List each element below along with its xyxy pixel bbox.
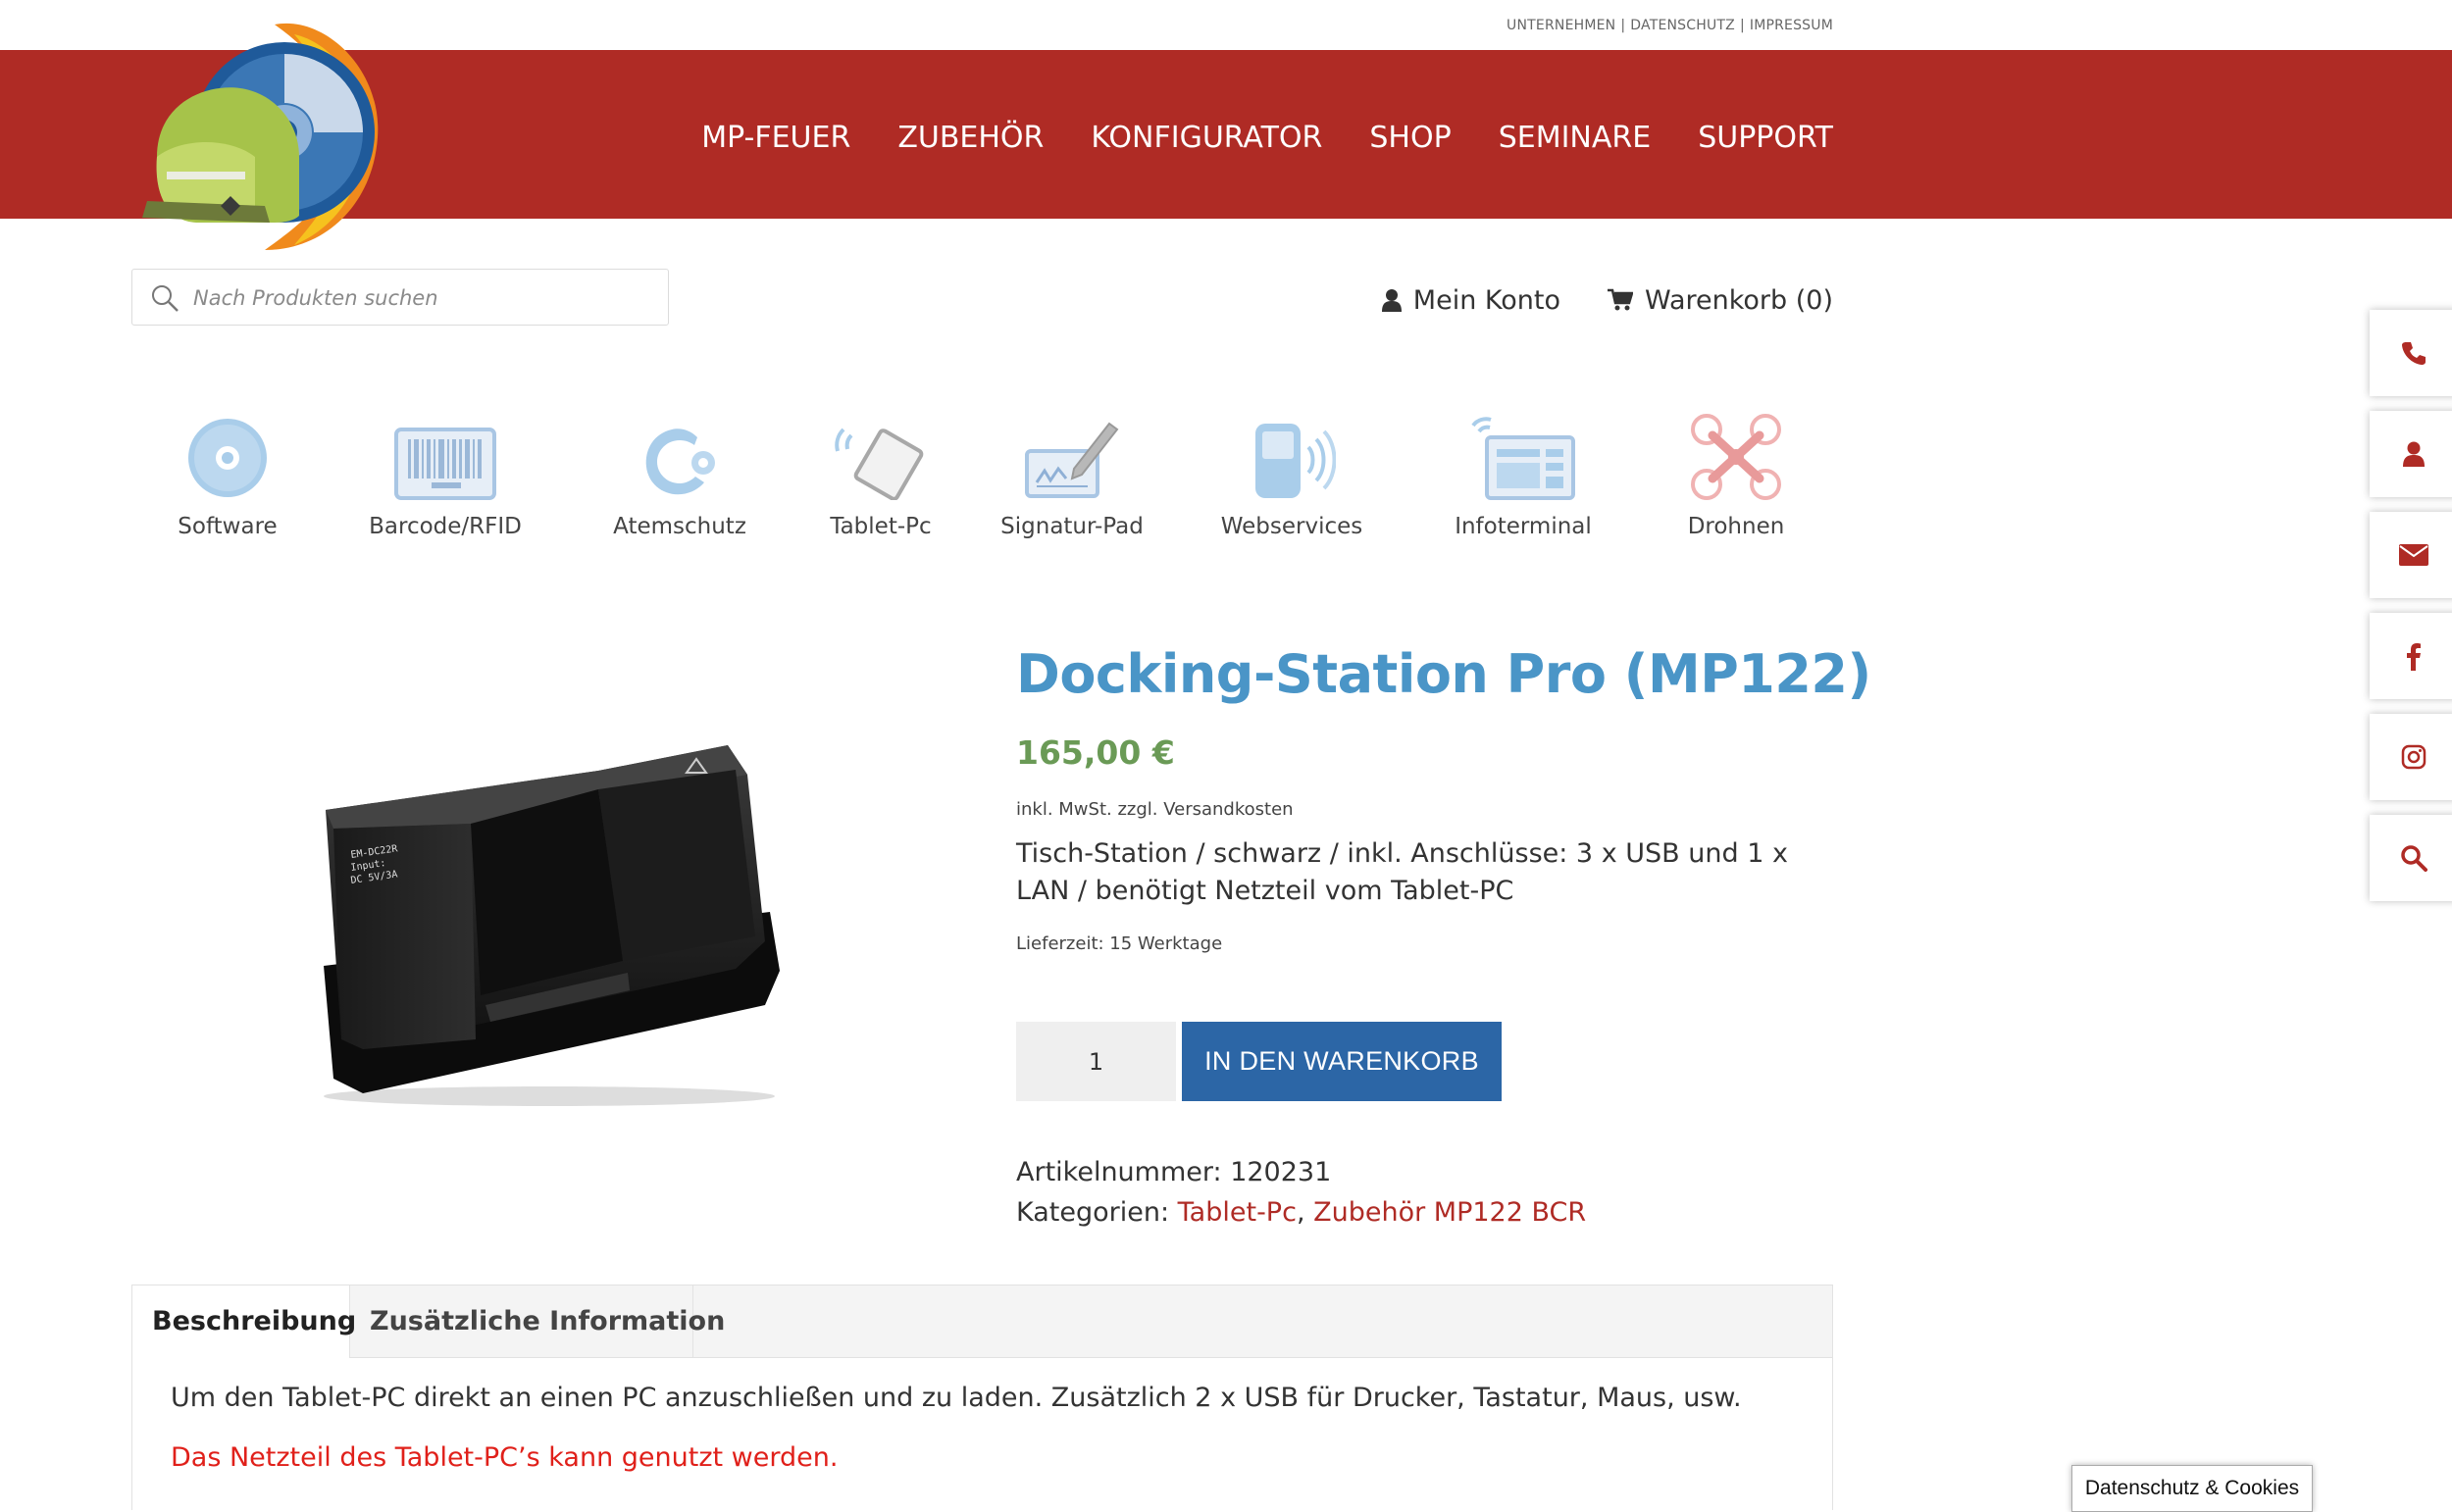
account-area: Mein Konto Warenkorb (0) (1373, 280, 1833, 320)
side-phone-button[interactable] (2370, 310, 2452, 396)
my-account-link[interactable]: Mein Konto (1381, 284, 1560, 316)
search-icon (2401, 845, 2427, 872)
drone-icon (1691, 414, 1781, 500)
description-text: Um den Tablet-PC direkt an einen PC anzu… (171, 1383, 1742, 1413)
category-barcode-rfid[interactable]: Barcode/RFID (352, 402, 538, 539)
cd-icon (188, 419, 267, 497)
tabs-bar: Beschreibung Zusätzliche Information (132, 1285, 1832, 1358)
categories-label: Kategorien: (1016, 1197, 1170, 1228)
search-input[interactable] (191, 279, 656, 317)
description-note: Das Netzteil des Tablet-PC’s kann genutz… (171, 1442, 839, 1473)
instagram-icon (2401, 744, 2426, 770)
my-account-label: Mein Konto (1412, 284, 1560, 316)
cart-link[interactable]: Warenkorb (0) (1607, 284, 1833, 316)
category-label: Barcode/RFID (369, 514, 522, 539)
user-icon (1381, 289, 1402, 312)
tablet-icon (835, 428, 924, 500)
nav-mp-feuer[interactable]: MP-FEUER (701, 119, 850, 158)
category-label: Drohnen (1687, 514, 1785, 539)
side-search-button[interactable] (2370, 815, 2452, 901)
main-nav: MP-FEUER ZUBEHÖR KONFIGURATOR SHOP SEMIN… (687, 119, 1833, 158)
category-webservices[interactable]: Webservices (1199, 402, 1385, 539)
sku-label: Artikelnummer: (1016, 1157, 1222, 1187)
category-label: Software (178, 514, 278, 539)
sku-value: 120231 (1230, 1157, 1332, 1187)
link-datenschutz[interactable]: DATENSCHUTZ (1630, 18, 1735, 33)
user-icon (2403, 441, 2425, 467)
category-separator: , (1296, 1197, 1305, 1228)
category-drohnen[interactable]: Drohnen (1643, 402, 1829, 539)
category-label: Atemschutz (613, 514, 746, 539)
side-facebook-button[interactable] (2370, 613, 2452, 699)
search-box (131, 269, 669, 326)
delivery-time: Lieferzeit: 15 Werktage (1016, 933, 1223, 954)
barcode-icon (394, 428, 496, 500)
link-impressum[interactable]: IMPRESSUM (1750, 18, 1833, 33)
nav-support[interactable]: SUPPORT (1698, 119, 1833, 158)
nav-konfigurator[interactable]: KONFIGURATOR (1091, 119, 1322, 158)
webservices-icon (1255, 424, 1336, 498)
cart-label: Warenkorb (0) (1644, 284, 1833, 316)
category-label: Tablet-Pc (830, 514, 932, 539)
atemschutz-icon (645, 428, 715, 495)
facebook-icon (2407, 643, 2421, 671)
mail-icon (2399, 544, 2428, 566)
short-description: Tisch-Station / schwarz / inkl. Anschlüs… (1016, 838, 1788, 906)
tab-zusaetzliche-information[interactable]: Zusätzliche Information (350, 1285, 725, 1357)
product-image[interactable]: EM-DC22R Input: DC 5V/3A (304, 716, 794, 1108)
side-account-button[interactable] (2370, 411, 2452, 497)
category-label: Infoterminal (1455, 514, 1592, 539)
side-mail-button[interactable] (2370, 512, 2452, 598)
category-infoterminal[interactable]: Infoterminal (1430, 402, 1616, 539)
cart-icon (1607, 288, 1633, 311)
category-link-tablet-pc[interactable]: Tablet-Pc (1178, 1197, 1297, 1228)
product-price: 165,00 € (1016, 733, 1175, 772)
phone-icon (2402, 342, 2426, 365)
separator: | (1739, 18, 1745, 33)
nav-shop[interactable]: SHOP (1369, 119, 1451, 158)
side-instagram-button[interactable] (2370, 714, 2452, 800)
signature-pad-icon (1025, 422, 1119, 498)
tab-beschreibung[interactable]: Beschreibung (132, 1285, 356, 1358)
nav-seminare[interactable]: SEMINARE (1499, 119, 1652, 158)
tax-note: inkl. MwSt. zzgl. Versandkosten (1016, 799, 1294, 820)
category-label: Webservices (1220, 514, 1363, 539)
product-categories: Kategorien: Tablet-Pc, Zubehör MP122 BCR (1016, 1197, 1586, 1228)
category-link-zubehoer-mp122[interactable]: Zubehör MP122 BCR (1313, 1197, 1586, 1228)
category-signatur-pad[interactable]: Signatur-Pad (979, 402, 1165, 539)
logo-icon[interactable] (128, 10, 402, 260)
link-unternehmen[interactable]: UNTERNEHMEN (1507, 18, 1615, 33)
top-links: UNTERNEHMEN | DATENSCHUTZ | IMPRESSUM (1275, 18, 1833, 33)
search-icon (152, 285, 179, 312)
quantity-input[interactable] (1016, 1022, 1176, 1101)
category-software[interactable]: Software (134, 402, 321, 539)
separator: | (1620, 18, 1626, 33)
nav-zubehoer[interactable]: ZUBEHÖR (897, 119, 1044, 158)
category-label: Signatur-Pad (1000, 514, 1144, 539)
product-title: Docking-Station Pro (MP122) (1016, 643, 1871, 705)
infoterminal-icon (1471, 417, 1575, 500)
category-tablet-pc[interactable]: Tablet-Pc (788, 402, 974, 539)
category-atemschutz[interactable]: Atemschutz (587, 402, 773, 539)
product-sku: Artikelnummer: 120231 (1016, 1157, 1331, 1187)
add-to-cart-button[interactable]: IN DEN WARENKORB (1182, 1022, 1502, 1101)
